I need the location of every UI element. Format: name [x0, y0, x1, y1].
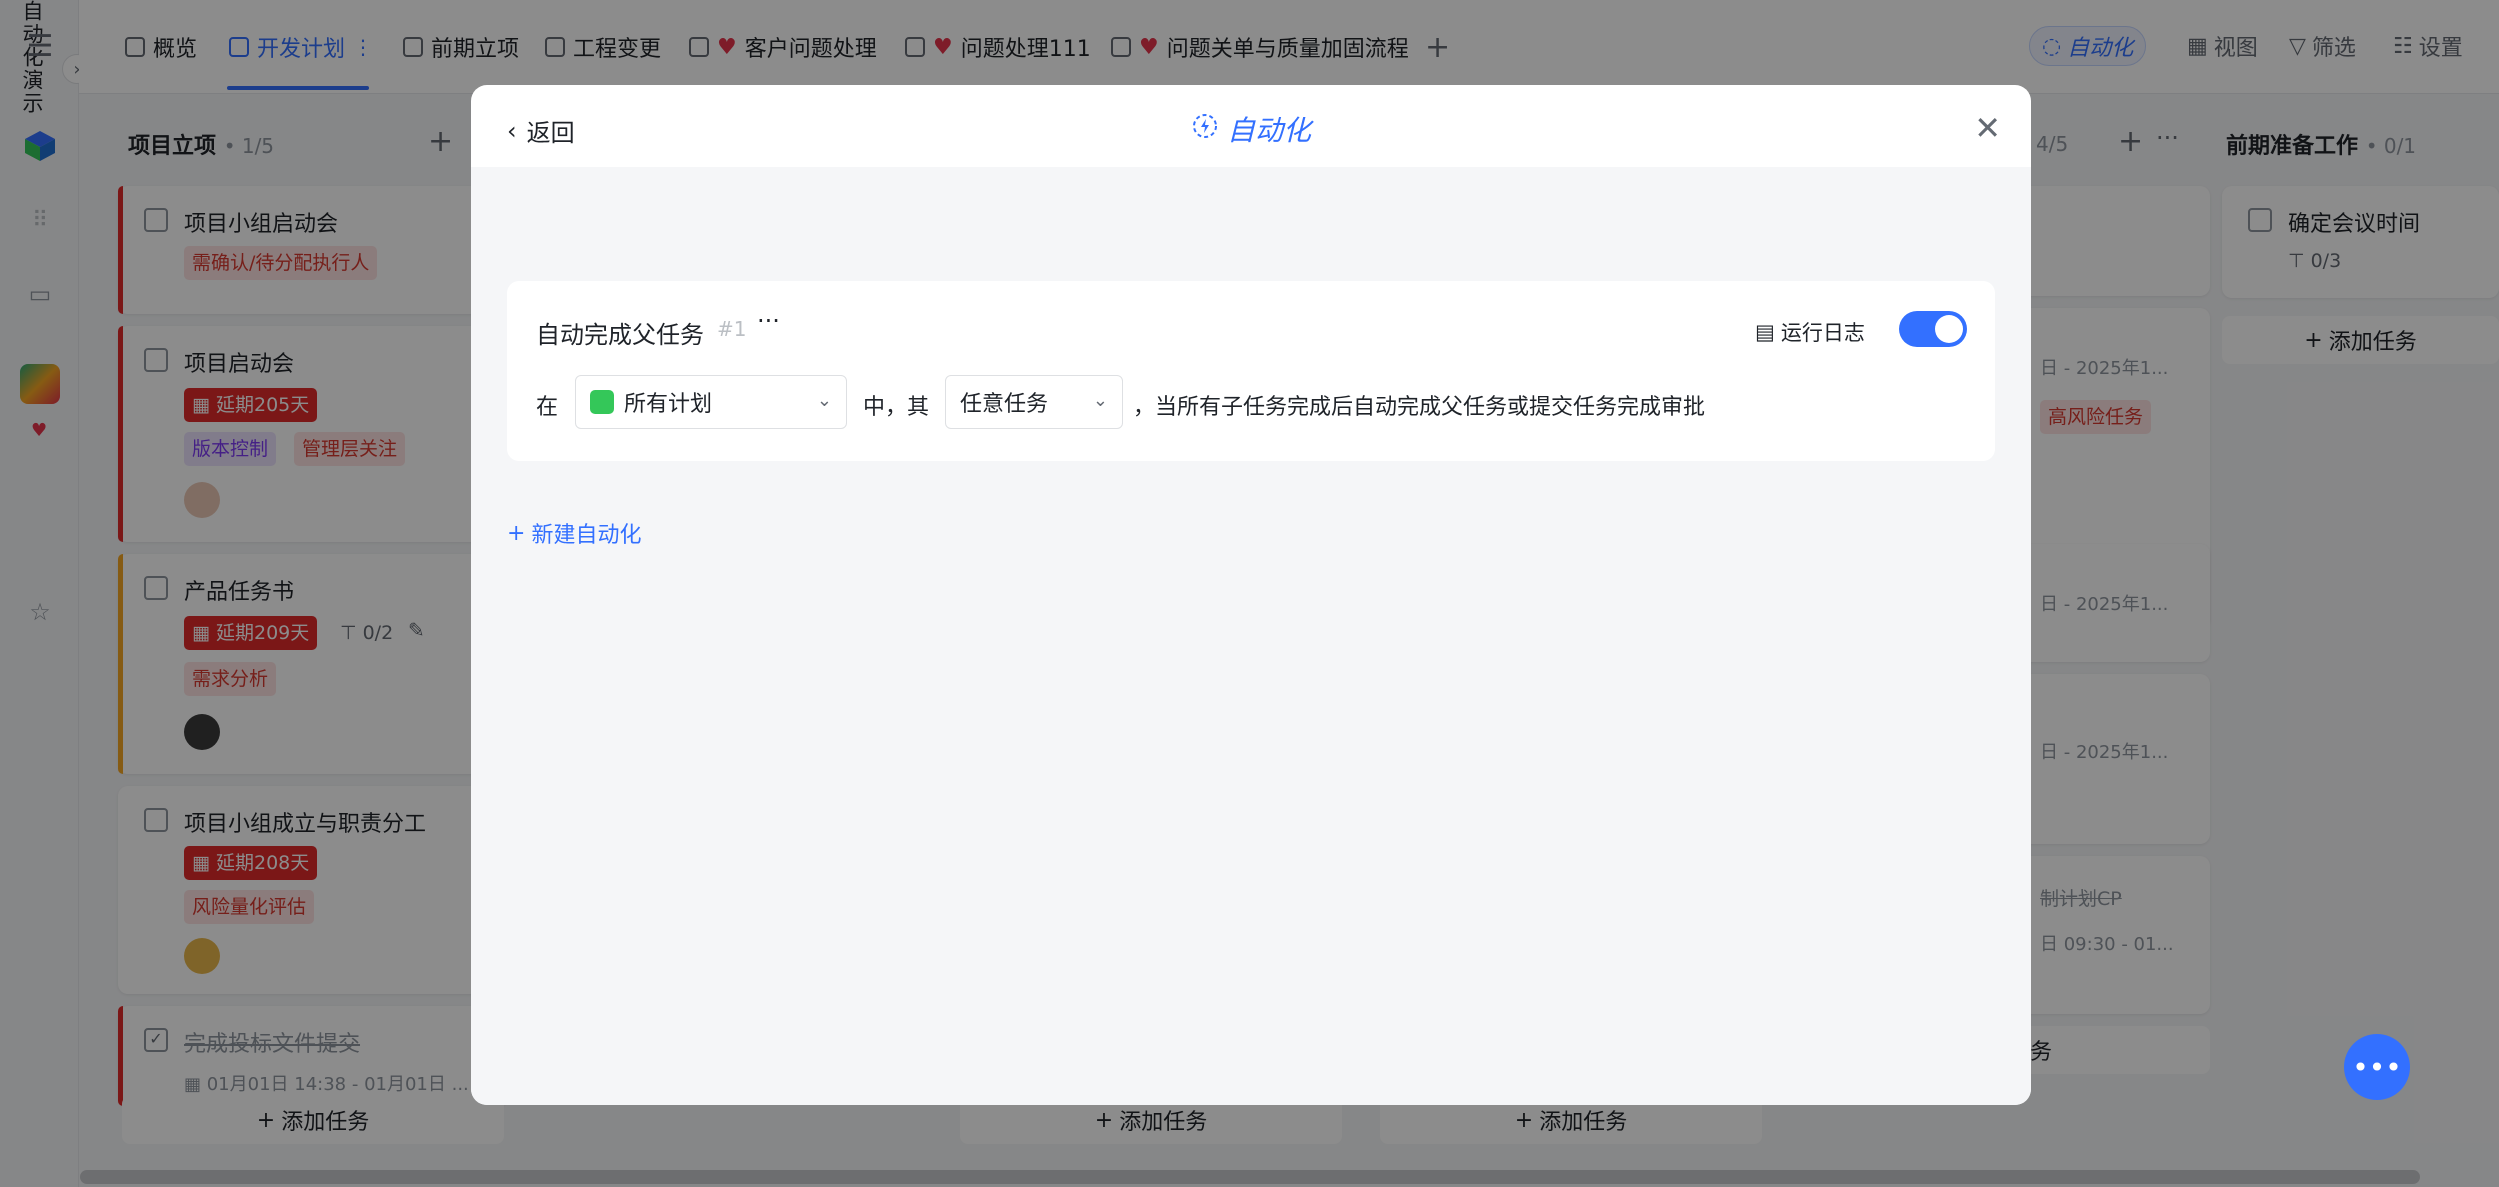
rule-number: #1 [717, 317, 747, 341]
modal-title: 自动化 [1191, 109, 1311, 149]
rule-text-in: 在 [536, 395, 559, 420]
back-label: 返回 [526, 119, 575, 147]
more-dots-icon: ••• [2352, 1050, 2402, 1084]
run-log-button[interactable]: ▤ 运行日志 [1755, 317, 1865, 347]
automation-icon [1191, 112, 1219, 147]
run-log-label: 运行日志 [1780, 321, 1865, 345]
chevron-left-icon: ‹ [507, 116, 517, 145]
automation-modal: ‹ 返回 自动化 ✕ 自动完成父任务 #1 ··· ▤ 运行日志 在 所有计划 ⌄ [471, 85, 2031, 1105]
app-root: ☰ › ⠿ ▭ ♥ 自动化演示 ☆ 概览 开发计划 ⋮ 前期立项 工程变更 ♥ 客户… [0, 0, 2499, 1187]
task-select[interactable]: 任意任务 ⌄ [945, 375, 1123, 429]
chat-fab-button[interactable]: ••• [2344, 1034, 2410, 1100]
modal-body: 自动完成父任务 #1 ··· ▤ 运行日志 在 所有计划 ⌄ 中，其 任意任务 ⌄… [471, 167, 2031, 1105]
new-automation-label: 新建自动化 [531, 523, 642, 548]
plan-icon [590, 390, 614, 414]
plan-select-value: 所有计划 [624, 392, 713, 417]
clipboard-icon: ▤ [1755, 320, 1775, 344]
rule-enable-toggle[interactable] [1899, 311, 1967, 347]
automation-rule-card: 自动完成父任务 #1 ··· ▤ 运行日志 在 所有计划 ⌄ 中，其 任意任务 ⌄… [507, 281, 1995, 461]
rule-text-middle: 中，其 [863, 395, 930, 420]
chevron-down-icon: ⌄ [816, 390, 832, 411]
new-automation-button[interactable]: + 新建自动化 [507, 517, 641, 549]
back-button[interactable]: ‹ 返回 [507, 113, 575, 148]
close-icon[interactable]: ✕ [1974, 109, 2001, 147]
rule-description: ，当所有子任务完成后自动完成父任务或提交任务完成审批 [1133, 395, 1706, 420]
modal-title-text: 自动化 [1227, 114, 1312, 147]
rule-more-icon[interactable]: ··· [757, 307, 780, 335]
task-select-value: 任意任务 [960, 392, 1049, 417]
rule-name[interactable]: 自动完成父任务 [536, 315, 704, 350]
chevron-down-icon: ⌄ [1092, 390, 1108, 411]
plan-select[interactable]: 所有计划 ⌄ [575, 375, 847, 429]
toggle-knob [1935, 315, 1963, 343]
plus-icon: + [507, 520, 526, 546]
